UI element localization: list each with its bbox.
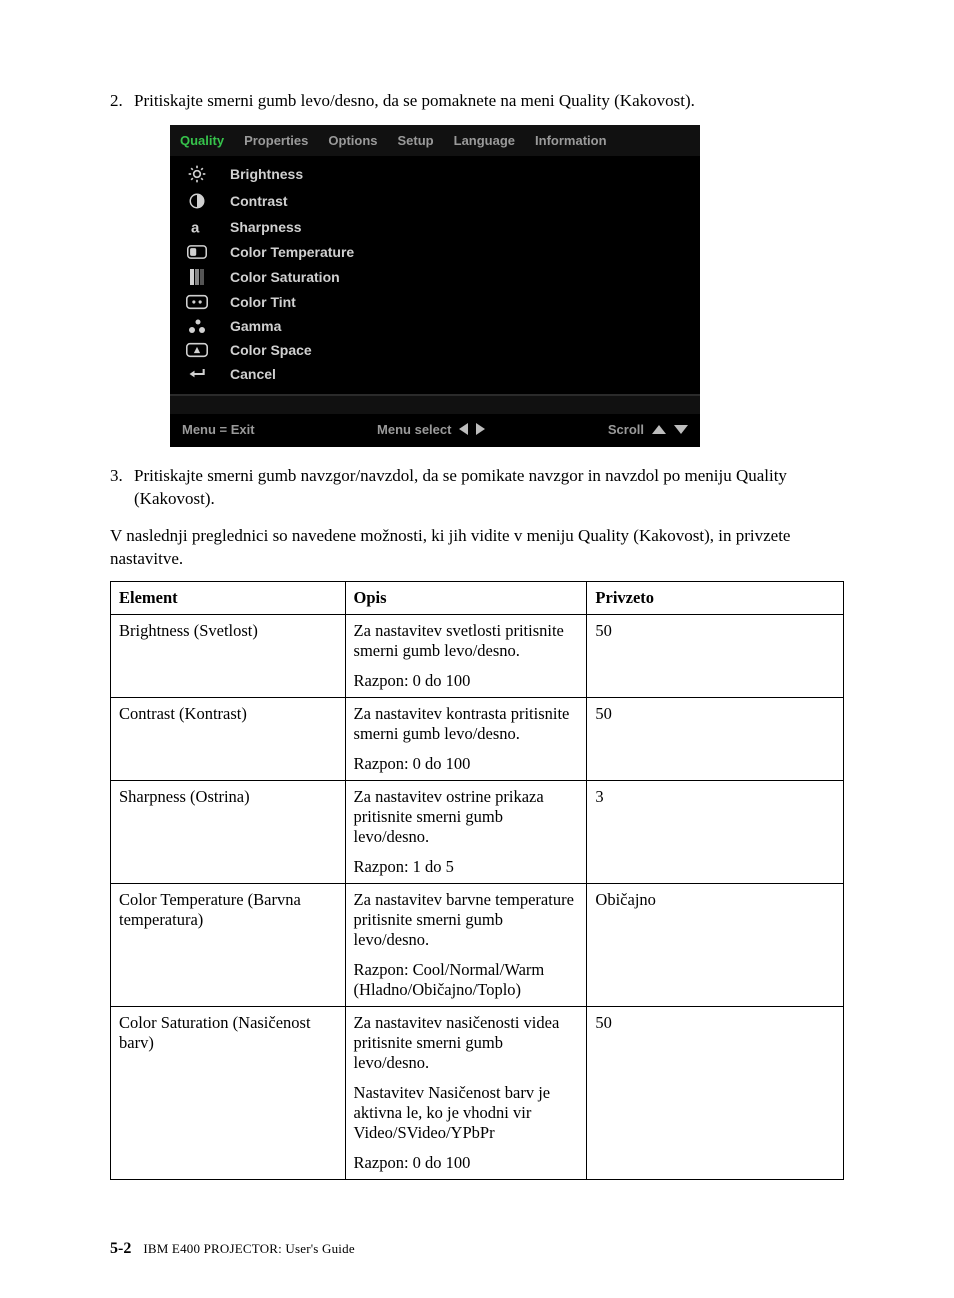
arrow-down-icon — [674, 425, 688, 434]
osd-item-brightness: Brightness — [170, 160, 700, 188]
osd-item-contrast: Contrast — [170, 188, 700, 214]
osd-item-label: Color Space — [230, 342, 688, 358]
tab-quality: Quality — [170, 125, 234, 156]
osd-item-color-space: Color Space — [170, 338, 700, 362]
scroll-label: Scroll — [608, 422, 644, 437]
osd-tabs: Quality Properties Options Setup Languag… — [170, 125, 700, 156]
table-row: Color Temperature (Barvna temperatura) Z… — [111, 883, 844, 1006]
cell-opis: Za nastavitev svetlosti pritisnite smern… — [345, 614, 587, 697]
table-header-row: Element Opis Privzeto — [111, 581, 844, 614]
document-page: 2. Pritiskajte smerni gumb levo/desno, d… — [0, 0, 954, 1298]
arrow-left-icon — [459, 423, 468, 435]
brightness-icon — [182, 164, 212, 184]
cell-element: Color Temperature (Barvna temperatura) — [111, 883, 346, 1006]
cell-privzeto: 50 — [587, 697, 844, 780]
cell-privzeto: 50 — [587, 614, 844, 697]
osd-item-label: Sharpness — [230, 219, 688, 235]
step-text: Pritiskajte smerni gumb navzgor/navzdol,… — [134, 465, 844, 511]
table-row: Brightness (Svetlost) Za nastavitev svet… — [111, 614, 844, 697]
cell-text: Za nastavitev nasičenosti videa pritisni… — [354, 1013, 579, 1073]
cell-privzeto: Običajno — [587, 883, 844, 1006]
col-header-opis: Opis — [345, 581, 587, 614]
osd-item-color-tint: Color Tint — [170, 290, 700, 314]
cell-text: Za nastavitev kontrasta pritisnite smern… — [354, 704, 579, 744]
return-icon — [182, 367, 212, 381]
cell-opis: Za nastavitev nasičenosti videa pritisni… — [345, 1006, 587, 1179]
tab-information: Information — [525, 125, 617, 156]
quality-settings-table: Element Opis Privzeto Brightness (Svetlo… — [110, 581, 844, 1180]
cell-text: Za nastavitev barvne temperature pritisn… — [354, 890, 579, 950]
osd-item-cancel: Cancel — [170, 362, 700, 386]
cell-element: Sharpness (Ostrina) — [111, 780, 346, 883]
page-footer: 5-2 IBM E400 PROJECTOR: User's Guide — [110, 1240, 844, 1258]
cell-element: Brightness (Svetlost) — [111, 614, 346, 697]
col-header-privzeto: Privzeto — [587, 581, 844, 614]
osd-item-label: Cancel — [230, 366, 688, 382]
step-2: 2. Pritiskajte smerni gumb levo/desno, d… — [110, 90, 844, 113]
col-header-element: Element — [111, 581, 346, 614]
cell-privzeto: 50 — [587, 1006, 844, 1179]
osd-item-label: Color Tint — [230, 294, 688, 310]
osd-item-label: Gamma — [230, 318, 688, 334]
osd-item-sharpness: a Sharpness — [170, 214, 700, 240]
color-space-icon — [182, 342, 212, 358]
osd-item-label: Contrast — [230, 193, 688, 209]
menu-exit-label: Menu = Exit — [182, 422, 255, 437]
osd-item-label: Color Saturation — [230, 269, 688, 285]
tab-properties: Properties — [234, 125, 318, 156]
tab-options: Options — [318, 125, 387, 156]
cell-text: Razpon: 0 do 100 — [354, 671, 579, 691]
cell-privzeto: 3 — [587, 780, 844, 883]
tab-language: Language — [444, 125, 525, 156]
page-number: 5-2 — [110, 1240, 131, 1258]
cell-text: Za nastavitev svetlosti pritisnite smern… — [354, 621, 579, 661]
arrow-right-icon — [476, 423, 485, 435]
svg-text:a: a — [191, 219, 200, 236]
osd-item-label: Color Temperature — [230, 244, 688, 260]
osd-menu-figure: Quality Properties Options Setup Languag… — [170, 125, 700, 447]
osd-item-color-temperature: Color Temperature — [170, 240, 700, 264]
step-number: 3. — [110, 465, 134, 511]
cell-text: Razpon: 0 do 100 — [354, 754, 579, 774]
contrast-icon — [182, 192, 212, 210]
cell-text: Razpon: 0 do 100 — [354, 1153, 579, 1173]
cell-element: Contrast (Kontrast) — [111, 697, 346, 780]
cell-opis: Za nastavitev kontrasta pritisnite smern… — [345, 697, 587, 780]
osd-item-label: Brightness — [230, 166, 688, 182]
arrow-up-icon — [652, 425, 666, 434]
sharpness-icon: a — [182, 218, 212, 236]
cell-text: Razpon: 1 do 5 — [354, 857, 579, 877]
cell-opis: Za nastavitev barvne temperature pritisn… — [345, 883, 587, 1006]
cell-opis: Za nastavitev ostrine prikaza pritisnite… — [345, 780, 587, 883]
osd-footer: Menu = Exit Menu select Scroll — [170, 414, 700, 447]
gamma-icon — [182, 318, 212, 334]
cell-text: Razpon: Cool/Normal/Warm (Hladno/Običajn… — [354, 960, 579, 1000]
menu-select-label: Menu select — [377, 422, 451, 437]
osd-spacer — [170, 396, 700, 414]
step-text: Pritiskajte smerni gumb levo/desno, da s… — [134, 90, 844, 113]
cell-text: Nastavitev Nasičenost barv je aktivna le… — [354, 1083, 579, 1143]
intro-paragraph: V naslednji preglednici so navedene možn… — [110, 525, 844, 571]
color-tint-icon — [182, 294, 212, 310]
table-row: Sharpness (Ostrina) Za nastavitev ostrin… — [111, 780, 844, 883]
tab-setup: Setup — [388, 125, 444, 156]
step-number: 2. — [110, 90, 134, 113]
color-saturation-icon — [182, 268, 212, 286]
osd-items: Brightness Contrast a Sharpness Color Te… — [170, 156, 700, 392]
step-3: 3. Pritiskajte smerni gumb navzgor/navzd… — [110, 465, 844, 511]
book-title: IBM E400 PROJECTOR: User's Guide — [143, 1241, 354, 1257]
table-row: Contrast (Kontrast) Za nastavitev kontra… — [111, 697, 844, 780]
osd-item-gamma: Gamma — [170, 314, 700, 338]
osd-item-color-saturation: Color Saturation — [170, 264, 700, 290]
color-temperature-icon — [182, 244, 212, 260]
cell-text: Za nastavitev ostrine prikaza pritisnite… — [354, 787, 579, 847]
cell-element: Color Saturation (Nasičenost barv) — [111, 1006, 346, 1179]
table-row: Color Saturation (Nasičenost barv) Za na… — [111, 1006, 844, 1179]
